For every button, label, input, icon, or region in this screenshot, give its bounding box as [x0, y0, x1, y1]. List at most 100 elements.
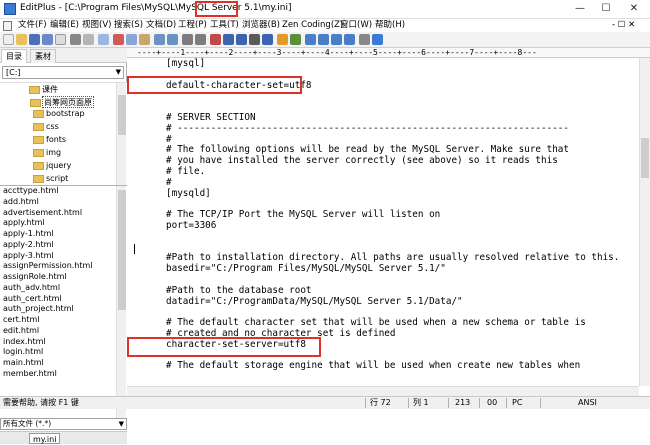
- list-item[interactable]: add.html: [3, 197, 39, 207]
- code-line[interactable]: 64# you have installed the server correc…: [157, 155, 637, 166]
- code-line[interactable]: 70port=3306: [157, 220, 637, 231]
- code-line[interactable]: 63# The following options will be read b…: [157, 144, 637, 155]
- file-list-scrollbar[interactable]: [116, 186, 126, 418]
- code-line[interactable]: 77datadir="C:/ProgramData/MySQL/MySQL Se…: [157, 296, 637, 307]
- code-line[interactable]: 55[mysql]: [157, 58, 637, 69]
- close-file-icon[interactable]: [55, 34, 66, 45]
- menu-project[interactable]: 工程(P): [178, 19, 207, 32]
- print-icon[interactable]: [70, 34, 81, 45]
- drive-select[interactable]: [C:] ▼: [2, 66, 124, 79]
- code-line[interactable]: 66#: [157, 177, 637, 188]
- list-item[interactable]: accttype.html: [3, 186, 58, 196]
- list-item[interactable]: index.html: [3, 337, 46, 347]
- menu-edit[interactable]: 编辑(E): [50, 19, 79, 32]
- menu-window[interactable]: 窗口(W): [340, 19, 372, 32]
- undo-icon[interactable]: [154, 34, 165, 45]
- file-filter-select[interactable]: 所有文件 (*.*) ▼: [0, 418, 127, 430]
- code-line[interactable]: 83# The default storage engine that will…: [157, 360, 637, 371]
- settings-icon[interactable]: [359, 34, 370, 45]
- list-item[interactable]: main.html: [3, 358, 44, 368]
- list-item[interactable]: edit.html: [3, 326, 39, 336]
- editor-vertical-scrollbar[interactable]: [639, 58, 650, 386]
- list-item[interactable]: assignRole.html: [3, 272, 67, 282]
- menu-document[interactable]: 文档(D): [146, 19, 176, 32]
- list-item[interactable]: apply-3.html: [3, 251, 54, 261]
- copy-icon[interactable]: [126, 34, 137, 45]
- code-line[interactable]: 67[mysqld]: [157, 188, 637, 199]
- minimize-button[interactable]: —: [570, 2, 590, 16]
- tab-my-ini[interactable]: my.ini: [29, 433, 61, 444]
- scrollbar-thumb[interactable]: [118, 95, 126, 135]
- find-icon[interactable]: [182, 34, 193, 45]
- dir-item[interactable]: fonts: [33, 134, 66, 146]
- menu-zen-coding[interactable]: Zen Coding(Z): [282, 19, 343, 32]
- dir-item[interactable]: 课件: [29, 84, 58, 96]
- code-line[interactable]: 73#Path to installation directory. All p…: [157, 252, 637, 263]
- list-item[interactable]: auth_adv.html: [3, 283, 60, 293]
- column-select-icon[interactable]: [262, 34, 273, 45]
- scrollbar-thumb[interactable]: [641, 138, 649, 178]
- line-number-icon[interactable]: [249, 34, 260, 45]
- code-line[interactable]: 75: [157, 274, 637, 285]
- code-line[interactable]: 60# SERVER SECTION: [157, 112, 637, 123]
- redo-icon[interactable]: [167, 34, 178, 45]
- code-line[interactable]: 78: [157, 306, 637, 317]
- code-line[interactable]: 61# ------------------------------------…: [157, 123, 637, 134]
- save-icon[interactable]: [29, 34, 40, 45]
- help-icon[interactable]: [372, 34, 383, 45]
- dir-item[interactable]: css: [33, 121, 59, 133]
- close-button[interactable]: ✕: [624, 2, 644, 16]
- code-line[interactable]: 69# The TCP/IP Port the MySQL Server wil…: [157, 209, 637, 220]
- code-line[interactable]: 74basedir="C:/Program Files/MySQL/MySQL …: [157, 263, 637, 274]
- print-preview-icon[interactable]: [83, 34, 94, 45]
- code-area[interactable]: 55[mysql]5657default-character-set=utf85…: [157, 48, 637, 386]
- list-item[interactable]: auth_project.html: [3, 304, 74, 314]
- word-wrap-icon[interactable]: [223, 34, 234, 45]
- new-file-icon[interactable]: [3, 34, 14, 45]
- replace-icon[interactable]: [195, 34, 206, 45]
- open-folder-icon[interactable]: [16, 34, 27, 45]
- list-item[interactable]: login.html: [3, 347, 43, 357]
- ruler-icon[interactable]: [236, 34, 247, 45]
- list-item[interactable]: apply-1.html: [3, 229, 54, 239]
- menu-browser[interactable]: 浏览器(B): [242, 19, 280, 32]
- save-all-icon[interactable]: [42, 34, 53, 45]
- menu-file[interactable]: 文件(F): [18, 19, 47, 32]
- scrollbar-thumb[interactable]: [118, 190, 126, 310]
- code-line[interactable]: 68: [157, 198, 637, 209]
- directory-scrollbar[interactable]: [116, 83, 126, 185]
- code-line[interactable]: 62#: [157, 134, 637, 145]
- menu-search[interactable]: 搜索(S): [114, 19, 143, 32]
- list-item[interactable]: auth_cert.html: [3, 294, 62, 304]
- dir-item[interactable]: script: [33, 173, 68, 185]
- code-line[interactable]: 72: [157, 242, 637, 253]
- window-tile-v-icon[interactable]: [331, 34, 342, 45]
- menu-view[interactable]: 视图(V): [82, 19, 111, 32]
- menu-tools[interactable]: 工具(T): [210, 19, 239, 32]
- list-item[interactable]: advertisement.html: [3, 208, 82, 218]
- code-line[interactable]: 76#Path to the database root: [157, 285, 637, 296]
- window-cascade-icon[interactable]: [305, 34, 316, 45]
- dir-item[interactable]: img: [33, 147, 61, 159]
- code-line[interactable]: 79# The default character set that will …: [157, 317, 637, 328]
- window-list-icon[interactable]: [344, 34, 355, 45]
- font-icon[interactable]: [210, 34, 221, 45]
- list-item[interactable]: cert.html: [3, 315, 40, 325]
- list-item[interactable]: apply.html: [3, 218, 45, 228]
- spell-check-icon[interactable]: [98, 34, 109, 45]
- tab-directory[interactable]: 目录: [1, 49, 27, 63]
- dir-item[interactable]: jquery: [33, 160, 71, 172]
- paste-icon[interactable]: [139, 34, 150, 45]
- list-item[interactable]: apply-2.html: [3, 240, 54, 250]
- list-item[interactable]: member.html: [3, 369, 57, 379]
- browser-preview-icon[interactable]: [290, 34, 301, 45]
- list-item[interactable]: assignPermission.html: [3, 261, 93, 271]
- dir-item[interactable]: bootstrap: [33, 108, 85, 120]
- window-tile-h-icon[interactable]: [318, 34, 329, 45]
- maximize-button[interactable]: ☐: [596, 2, 616, 16]
- dir-item-selected[interactable]: 尚筹网页面原: [30, 96, 94, 108]
- editor-horizontal-scrollbar[interactable]: [127, 386, 639, 396]
- editor[interactable]: ----+----1----+----2----+----3----+----4…: [127, 48, 650, 396]
- code-line[interactable]: 65# file.: [157, 166, 637, 177]
- code-line[interactable]: 59: [157, 101, 637, 112]
